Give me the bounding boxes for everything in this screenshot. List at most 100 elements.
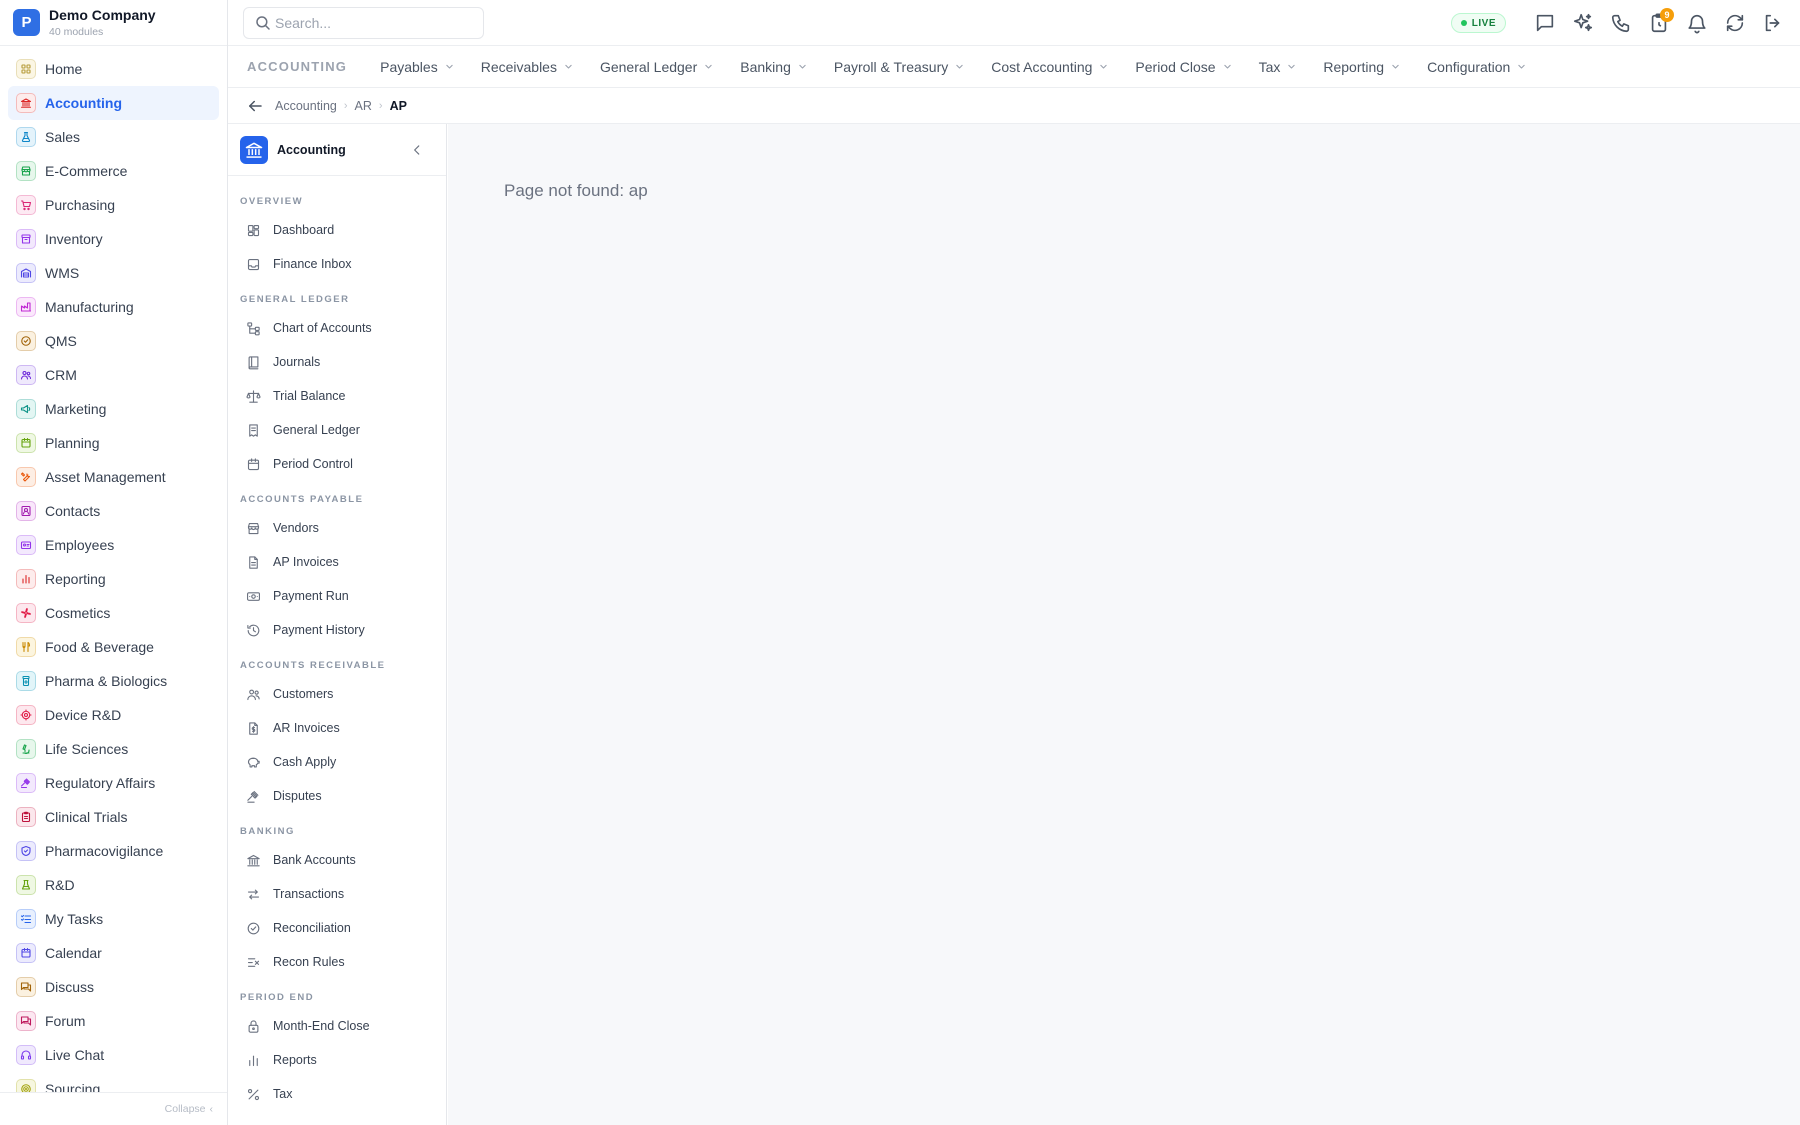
sidebar-item-qms[interactable]: QMS (8, 324, 219, 358)
sidebar-item-contacts[interactable]: Contacts (8, 494, 219, 528)
sidebar-item-pharmacovigilance[interactable]: Pharmacovigilance (8, 834, 219, 868)
sidebar-item-device-randd[interactable]: Device R&D (8, 698, 219, 732)
subnav-item-period-control[interactable]: Period Control (228, 447, 446, 481)
subnav-item-tax[interactable]: Tax (228, 1077, 446, 1111)
subnav-item-reports[interactable]: Reports (228, 1043, 446, 1077)
sidebar-item-employees[interactable]: Employees (8, 528, 219, 562)
sidebar-item-manufacturing[interactable]: Manufacturing (8, 290, 219, 324)
sync-button[interactable] (1722, 10, 1748, 36)
sidebar-item-forum[interactable]: Forum (8, 1004, 219, 1038)
subnav-item-label: Journals (273, 355, 321, 369)
subnav-item-transactions[interactable]: Transactions (228, 877, 446, 911)
sidebar-item-clinical-trials[interactable]: Clinical Trials (8, 800, 219, 834)
sidebar-item-sales[interactable]: Sales (8, 120, 219, 154)
message-square-icon (1536, 14, 1554, 32)
tab-receivables[interactable]: Receivables (481, 59, 573, 75)
company-switcher[interactable]: P Demo Company 40 modules (0, 0, 227, 46)
tab-reporting[interactable]: Reporting (1323, 59, 1400, 75)
sidebar-item-life-sciences[interactable]: Life Sciences (8, 732, 219, 766)
sidebar-item-calendar[interactable]: Calendar (8, 936, 219, 970)
chevron-left-icon (414, 145, 420, 155)
sidebar-item-food-and-beverage[interactable]: Food & Beverage (8, 630, 219, 664)
sidebar-item-label: Sales (45, 129, 81, 145)
sidebar-item-label: Reporting (45, 571, 106, 587)
tab-label: Tax (1258, 58, 1281, 75)
subnav-item-finance-inbox[interactable]: Finance Inbox (228, 247, 446, 281)
subnav-item-vendors[interactable]: Vendors (228, 511, 446, 545)
tab-banking[interactable]: Banking (740, 59, 807, 75)
sidebar-item-discuss[interactable]: Discuss (8, 970, 219, 1004)
sidebar-item-pharma-and-biologics[interactable]: Pharma & Biologics (8, 664, 219, 698)
subnav-item-label: Chart of Accounts (273, 321, 372, 335)
subnav-item-bank-accounts[interactable]: Bank Accounts (228, 843, 446, 877)
sidebar-item-planning[interactable]: Planning (8, 426, 219, 460)
subnav-item-customers[interactable]: Customers (228, 677, 446, 711)
messages-button[interactable] (1532, 10, 1558, 36)
search-input[interactable] (275, 14, 475, 31)
gavel-icon (20, 778, 31, 789)
accounting-sidebar-collapse[interactable] (408, 141, 426, 159)
subnav-item-reconciliation[interactable]: Reconciliation (228, 911, 446, 945)
phone-button[interactable] (1608, 10, 1634, 36)
cart-icon (20, 200, 32, 211)
breadcrumb-accounting[interactable]: Accounting (275, 99, 337, 113)
chevron-down-icon (1288, 64, 1296, 69)
subnav-item-month-end-close[interactable]: Month-End Close (228, 1009, 446, 1043)
tab-payroll-and-treasury[interactable]: Payroll & Treasury (834, 59, 964, 75)
subnav-item-chart-of-accounts[interactable]: Chart of Accounts (228, 311, 446, 345)
sidebar-item-accounting[interactable]: Accounting (8, 86, 219, 120)
section-label-banking: BANKING (240, 826, 295, 837)
sidebar-collapse-button[interactable]: Collapse ‹ (0, 1092, 227, 1125)
module-icon-box (16, 705, 36, 725)
sidebar-item-e-commerce[interactable]: E-Commerce (8, 154, 219, 188)
breadcrumb-ar[interactable]: AR (355, 99, 372, 113)
subnav-item-general-ledger[interactable]: General Ledger (228, 413, 446, 447)
subnav-item-cash-apply[interactable]: Cash Apply (228, 745, 446, 779)
tab-payables[interactable]: Payables (380, 59, 454, 75)
logout-button[interactable] (1760, 10, 1786, 36)
sidebar-item-cosmetics[interactable]: Cosmetics (8, 596, 219, 630)
sidebar-item-live-chat[interactable]: Live Chat (8, 1038, 219, 1072)
sidebar-item-reporting[interactable]: Reporting (8, 562, 219, 596)
subnav-item-trial-balance[interactable]: Trial Balance (228, 379, 446, 413)
notifications-button[interactable] (1684, 10, 1710, 36)
subnav-item-payment-run[interactable]: Payment Run (228, 579, 446, 613)
tab-period-close[interactable]: Period Close (1135, 59, 1231, 75)
subnav-item-dashboard[interactable]: Dashboard (228, 213, 446, 247)
subnav-item-ap-invoices[interactable]: AP Invoices (228, 545, 446, 579)
back-button[interactable] (245, 96, 265, 116)
sidebar-item-regulatory-affairs[interactable]: Regulatory Affairs (8, 766, 219, 800)
chevron-down-icon (1518, 64, 1526, 69)
sidebar-item-purchasing[interactable]: Purchasing (8, 188, 219, 222)
sidebar-item-asset-management[interactable]: Asset Management (8, 460, 219, 494)
tab-tax[interactable]: Tax (1259, 59, 1297, 75)
tab-cost-accounting[interactable]: Cost Accounting (991, 59, 1108, 75)
ai-assistant-button[interactable] (1570, 10, 1596, 36)
subnav-item-recon-rules[interactable]: Recon Rules (228, 945, 446, 979)
bank-icon (245, 142, 263, 158)
sidebar-item-sourcing[interactable]: Sourcing (8, 1072, 219, 1092)
module-icon-box (16, 399, 36, 419)
calendar-icon (21, 437, 31, 448)
subnav-item-journals[interactable]: Journals (228, 345, 446, 379)
warehouse-icon (20, 268, 32, 278)
activity-button[interactable]: 9 (1646, 8, 1674, 36)
sidebar-item-wms[interactable]: WMS (8, 256, 219, 290)
subnav-item-disputes[interactable]: Disputes (228, 779, 446, 813)
sidebar-item-marketing[interactable]: Marketing (8, 392, 219, 426)
sidebar-item-my-tasks[interactable]: My Tasks (8, 902, 219, 936)
subnav-item-payment-history[interactable]: Payment History (228, 613, 446, 647)
tab-configuration[interactable]: Configuration (1427, 59, 1526, 75)
chevron-down-icon (705, 64, 712, 69)
sidebar-item-home[interactable]: Home (8, 52, 219, 86)
sidebar-item-label: WMS (45, 265, 80, 281)
subnav-item-label: Customers (273, 687, 334, 701)
module-icon-box (16, 535, 36, 555)
sidebar-item-inventory[interactable]: Inventory (8, 222, 219, 256)
subnav-item-ar-invoices[interactable]: AR Invoices (228, 711, 446, 745)
sidebar-item-randd[interactable]: R&D (8, 868, 219, 902)
sidebar-item-crm[interactable]: CRM (8, 358, 219, 392)
tab-general-ledger[interactable]: General Ledger (600, 59, 713, 75)
clipboard-icon (21, 811, 31, 823)
global-search[interactable] (243, 6, 484, 39)
